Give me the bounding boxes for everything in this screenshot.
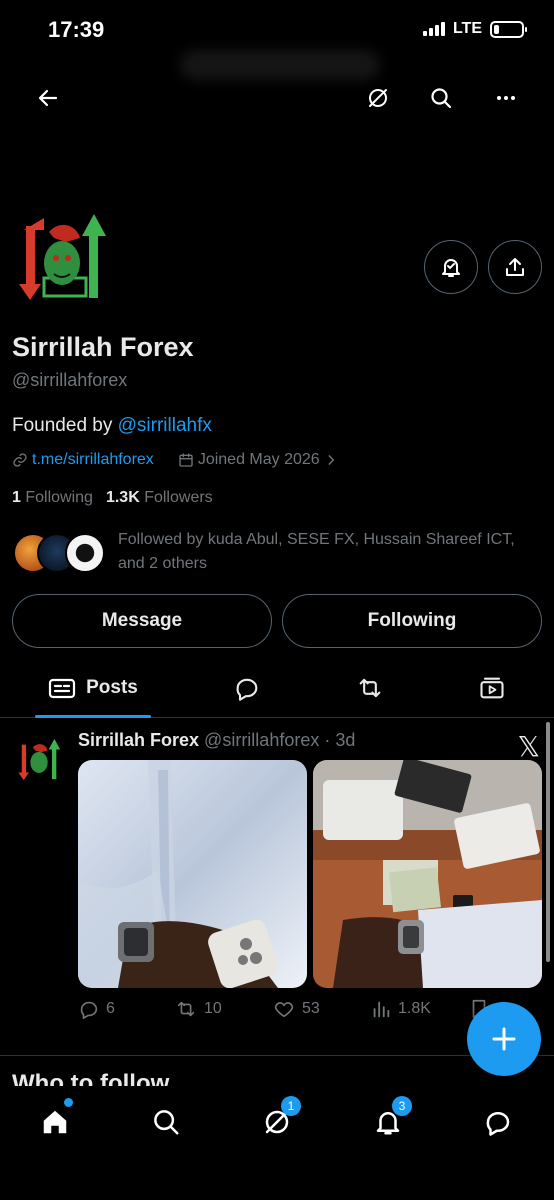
search-icon[interactable] [421, 78, 461, 118]
views-count: 1.8K [398, 1000, 431, 1017]
repost-button[interactable]: 10 [174, 998, 222, 1020]
status-indicators: LTE [422, 20, 527, 38]
grok-icon[interactable] [358, 78, 398, 118]
share-profile-button[interactable] [488, 240, 542, 294]
tab-media[interactable] [467, 660, 517, 716]
profile-handle: @sirrillahforex [12, 370, 128, 390]
avatar [65, 533, 105, 573]
profile-name: Sirrillah Forex [12, 332, 194, 362]
replies-icon [236, 678, 258, 701]
post-handle-time: @sirrillahforex · 3d [204, 730, 356, 750]
battery-icon [490, 20, 527, 38]
like-count: 53 [302, 1000, 320, 1017]
grok-badge: 1 [281, 1096, 301, 1116]
more-icon[interactable] [486, 78, 526, 118]
profile-avatar[interactable] [14, 208, 114, 308]
notifications-toggle-button[interactable] [424, 240, 478, 294]
heart-icon [274, 1002, 294, 1018]
repost-icon [177, 1001, 195, 1017]
following-button[interactable]: Following [282, 594, 542, 648]
nav-notifications[interactable]: 3 [368, 1096, 412, 1142]
tab-posts[interactable]: Posts [35, 660, 151, 716]
profile-tabs: Posts [0, 660, 554, 718]
status-time: 17:39 [48, 17, 105, 42]
notifications-badge: 3 [392, 1096, 412, 1116]
reply-count: 6 [106, 1000, 115, 1017]
back-icon[interactable] [28, 78, 68, 118]
signal-icon [422, 22, 445, 36]
bio-mention-link[interactable]: @sirrillahfx [118, 415, 212, 436]
chat-bubble-icon [486, 1112, 510, 1136]
chevron-right-icon [328, 455, 334, 465]
search-icon [154, 1110, 179, 1135]
nav-search[interactable] [146, 1102, 186, 1142]
repost-count: 10 [204, 1000, 222, 1017]
tab-reposts[interactable] [345, 660, 395, 716]
post-author[interactable]: Sirrillah Forex [78, 730, 199, 751]
compose-button[interactable] [467, 1002, 541, 1076]
tab-replies[interactable] [222, 660, 272, 716]
post-avatar[interactable] [16, 736, 64, 784]
profile-meta: t.me/sirrillahforex Joined May 2026 [12, 451, 338, 469]
like-button[interactable]: 53 [272, 998, 320, 1020]
reposts-icon [359, 678, 381, 698]
followed-by-avatars[interactable] [13, 533, 105, 575]
posts-icon [49, 678, 76, 699]
scrollbar[interactable] [546, 722, 550, 962]
followed-by-text[interactable]: Followed by kuda Abul, SESE FX, Hussain … [118, 528, 538, 576]
plus-icon [492, 1027, 516, 1051]
joined-date[interactable]: Joined May 2026 [198, 451, 320, 469]
x-logo-icon: 𝕏 [517, 730, 540, 763]
website-link[interactable]: t.me/sirrillahforex [32, 451, 154, 469]
followers-stat[interactable]: 1.3K Followers [106, 489, 213, 507]
media-icon [480, 677, 504, 699]
post-media-2[interactable] [313, 760, 542, 988]
home-icon [43, 1110, 67, 1134]
message-button[interactable]: Message [12, 594, 272, 648]
reply-icon [80, 1001, 98, 1019]
views-button[interactable]: 1.8K [370, 998, 431, 1020]
bottom-nav: 1 3 [0, 1086, 554, 1200]
post[interactable]: Sirrillah Forex @sirrillahforex · 3d 𝕏 6… [0, 718, 554, 1056]
tab-posts-label: Posts [86, 677, 138, 698]
views-icon [373, 1001, 390, 1018]
calendar-icon [179, 453, 193, 467]
profile-bio: Founded by @sirrillahfx [12, 415, 212, 437]
post-media-1[interactable] [78, 760, 307, 988]
follow-stats: 1 Following 1.3K Followers [12, 489, 213, 507]
nav-messages[interactable] [478, 1102, 518, 1142]
nav-home[interactable] [35, 1098, 75, 1142]
link-icon [13, 453, 27, 467]
post-header: Sirrillah Forex @sirrillahforex · 3d [78, 730, 355, 751]
following-stat[interactable]: 1 Following [12, 489, 93, 507]
home-unread-dot [64, 1098, 73, 1107]
network-label: LTE [452, 20, 482, 37]
nav-grok[interactable]: 1 [257, 1096, 301, 1142]
bio-text: Founded by [12, 415, 118, 436]
top-nav [0, 70, 554, 124]
bell-check-icon [442, 259, 460, 277]
share-icon [506, 258, 524, 276]
reply-button[interactable]: 6 [78, 998, 115, 1020]
